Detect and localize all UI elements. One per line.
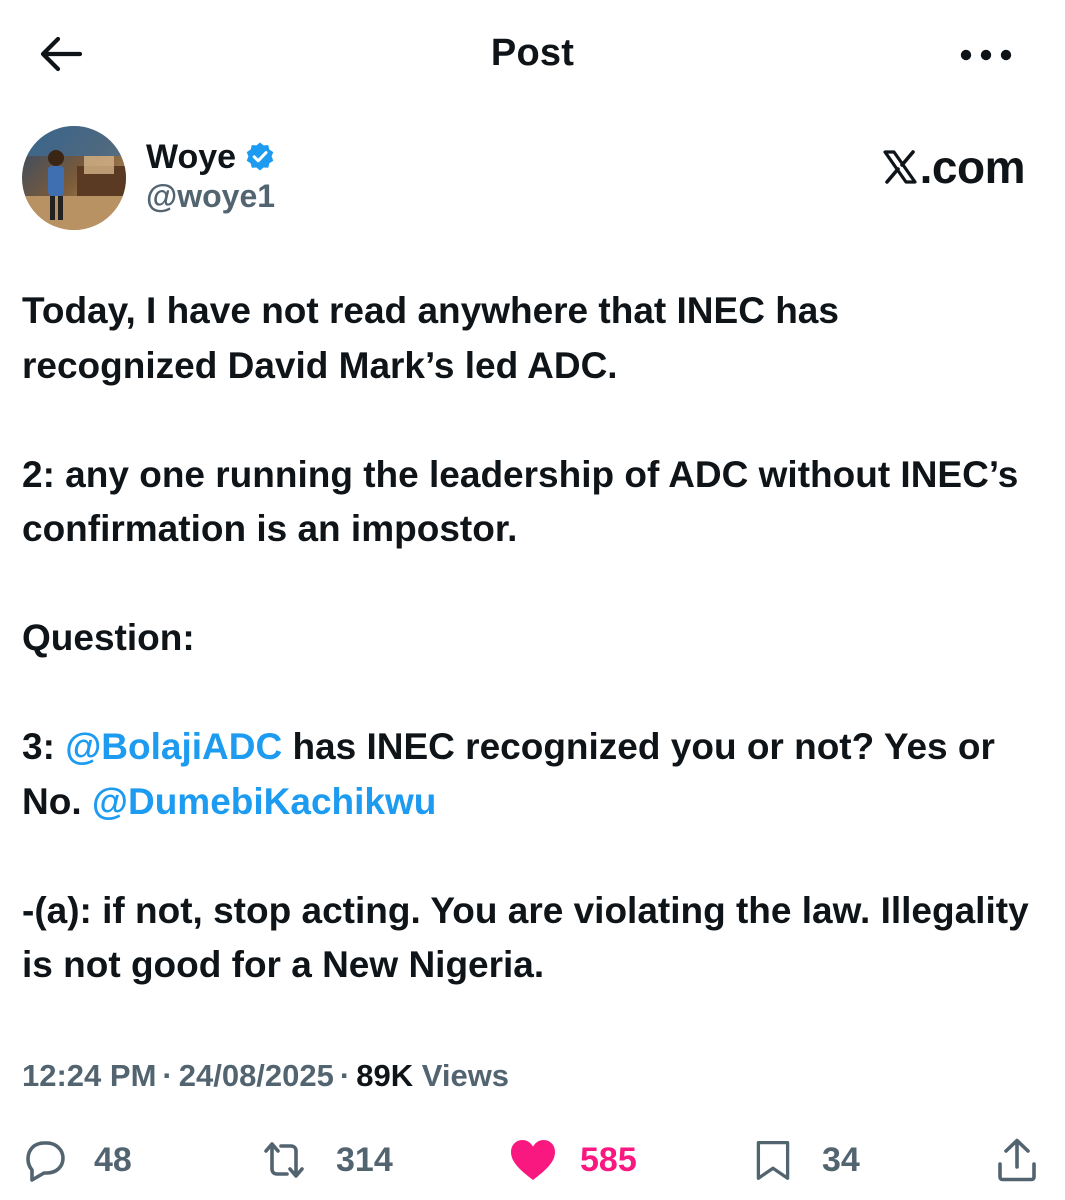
brand-text: .com — [919, 141, 1026, 193]
bookmark-icon — [756, 1141, 790, 1180]
share-button[interactable] — [994, 1130, 1040, 1190]
heart-icon — [511, 1140, 555, 1180]
reply-button[interactable]: 48 — [22, 1130, 132, 1190]
more-horizontal-icon — [960, 49, 1012, 61]
post-meta: 12:24 PM · 24/08/2025 · 89K Views — [22, 1058, 509, 1094]
views-label: Views — [421, 1058, 510, 1093]
avatar[interactable] — [22, 126, 126, 230]
tweet-paragraph: -(a): if not, stop acting. You are viola… — [22, 889, 1029, 986]
tweet-paragraph: 2: any one running the leadership of ADC… — [22, 453, 1019, 550]
mention-link-bolajiadc[interactable]: @BolajiADC — [65, 726, 282, 767]
post-time[interactable]: 12:24 PM — [22, 1058, 156, 1094]
tweet-body: Today, I have not read anywhere that INE… — [22, 284, 1032, 993]
views-count: 89K — [356, 1058, 414, 1093]
author-handle[interactable]: @woye1 — [146, 178, 275, 215]
tweet-paragraph-mentions: 3: @BolajiADC has INEC recognized you or… — [22, 720, 1032, 829]
more-button[interactable] — [958, 38, 1014, 72]
verified-badge-icon — [246, 142, 274, 171]
repost-icon — [264, 1142, 304, 1178]
page-title: Post — [490, 32, 575, 74]
reply-count: 48 — [94, 1140, 132, 1179]
tweet-paragraph: Question: — [22, 617, 195, 658]
top-bar: Post — [0, 0, 1065, 110]
reply-icon — [26, 1141, 65, 1182]
like-button[interactable]: 585 — [508, 1130, 637, 1190]
x-logo-icon — [883, 150, 917, 184]
bookmark-button[interactable]: 34 — [752, 1130, 860, 1190]
brand-watermark: .com — [882, 140, 1026, 194]
paragraph-prefix: 3: — [22, 726, 66, 767]
author-name-row: Woye — [146, 134, 276, 180]
like-count: 585 — [580, 1140, 637, 1179]
repost-button[interactable]: 314 — [258, 1130, 393, 1190]
mention-link-dumebikachikwu[interactable]: @DumebiKachikwu — [92, 781, 436, 822]
share-icon — [998, 1138, 1036, 1182]
bookmark-count: 34 — [822, 1140, 860, 1179]
action-bar: 48 314 585 34 — [0, 1130, 1065, 1190]
tweet-paragraph: Today, I have not read anywhere that INE… — [22, 290, 839, 386]
post-date[interactable]: 24/08/2025 — [179, 1058, 334, 1094]
meta-separator: · — [162, 1058, 173, 1093]
author-name[interactable]: Woye — [146, 138, 236, 177]
meta-separator: · — [339, 1058, 351, 1093]
repost-count: 314 — [336, 1140, 393, 1179]
